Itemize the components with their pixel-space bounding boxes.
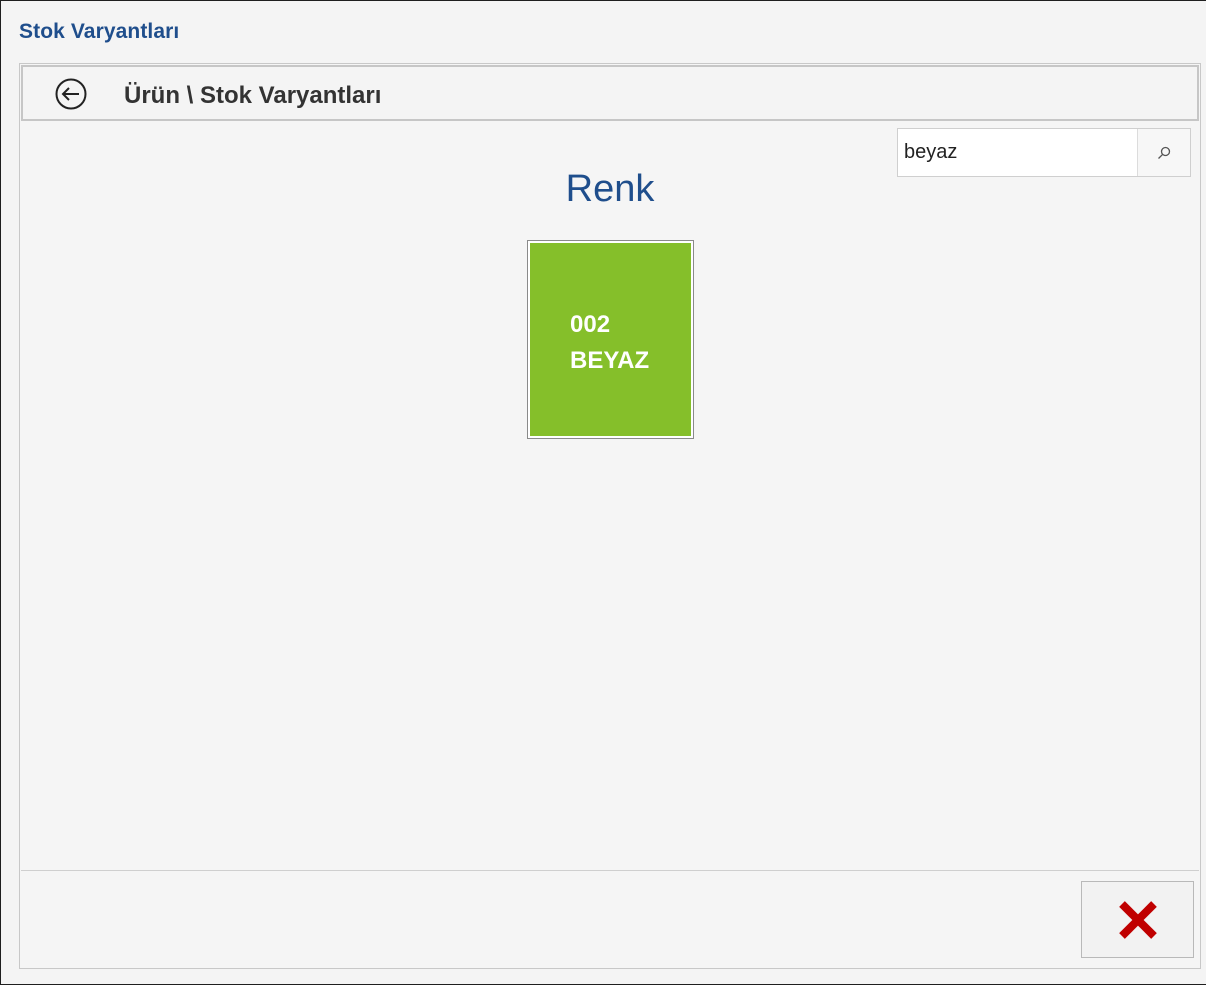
search-input[interactable] xyxy=(900,131,1136,174)
background-strip xyxy=(1206,0,1221,985)
circle-arrow-left-icon xyxy=(55,78,87,110)
close-x-icon xyxy=(1118,900,1157,939)
variant-name: BEYAZ xyxy=(570,347,650,374)
search-box xyxy=(897,128,1191,177)
search-button[interactable] xyxy=(1137,129,1190,176)
variant-code: 002 xyxy=(570,311,611,338)
close-button[interactable] xyxy=(1081,881,1194,958)
variant-tile[interactable]: 002 BEYAZ xyxy=(527,240,694,439)
variant-tile-fill: 002 BEYAZ xyxy=(530,243,691,436)
search-icon xyxy=(1158,146,1171,159)
footer-divider xyxy=(21,870,1199,871)
section-title: Renk xyxy=(565,168,655,210)
window-title: Stok Varyantları xyxy=(19,20,180,43)
breadcrumb: Ürün \ Stok Varyantları xyxy=(124,82,382,109)
back-button[interactable] xyxy=(54,77,88,111)
